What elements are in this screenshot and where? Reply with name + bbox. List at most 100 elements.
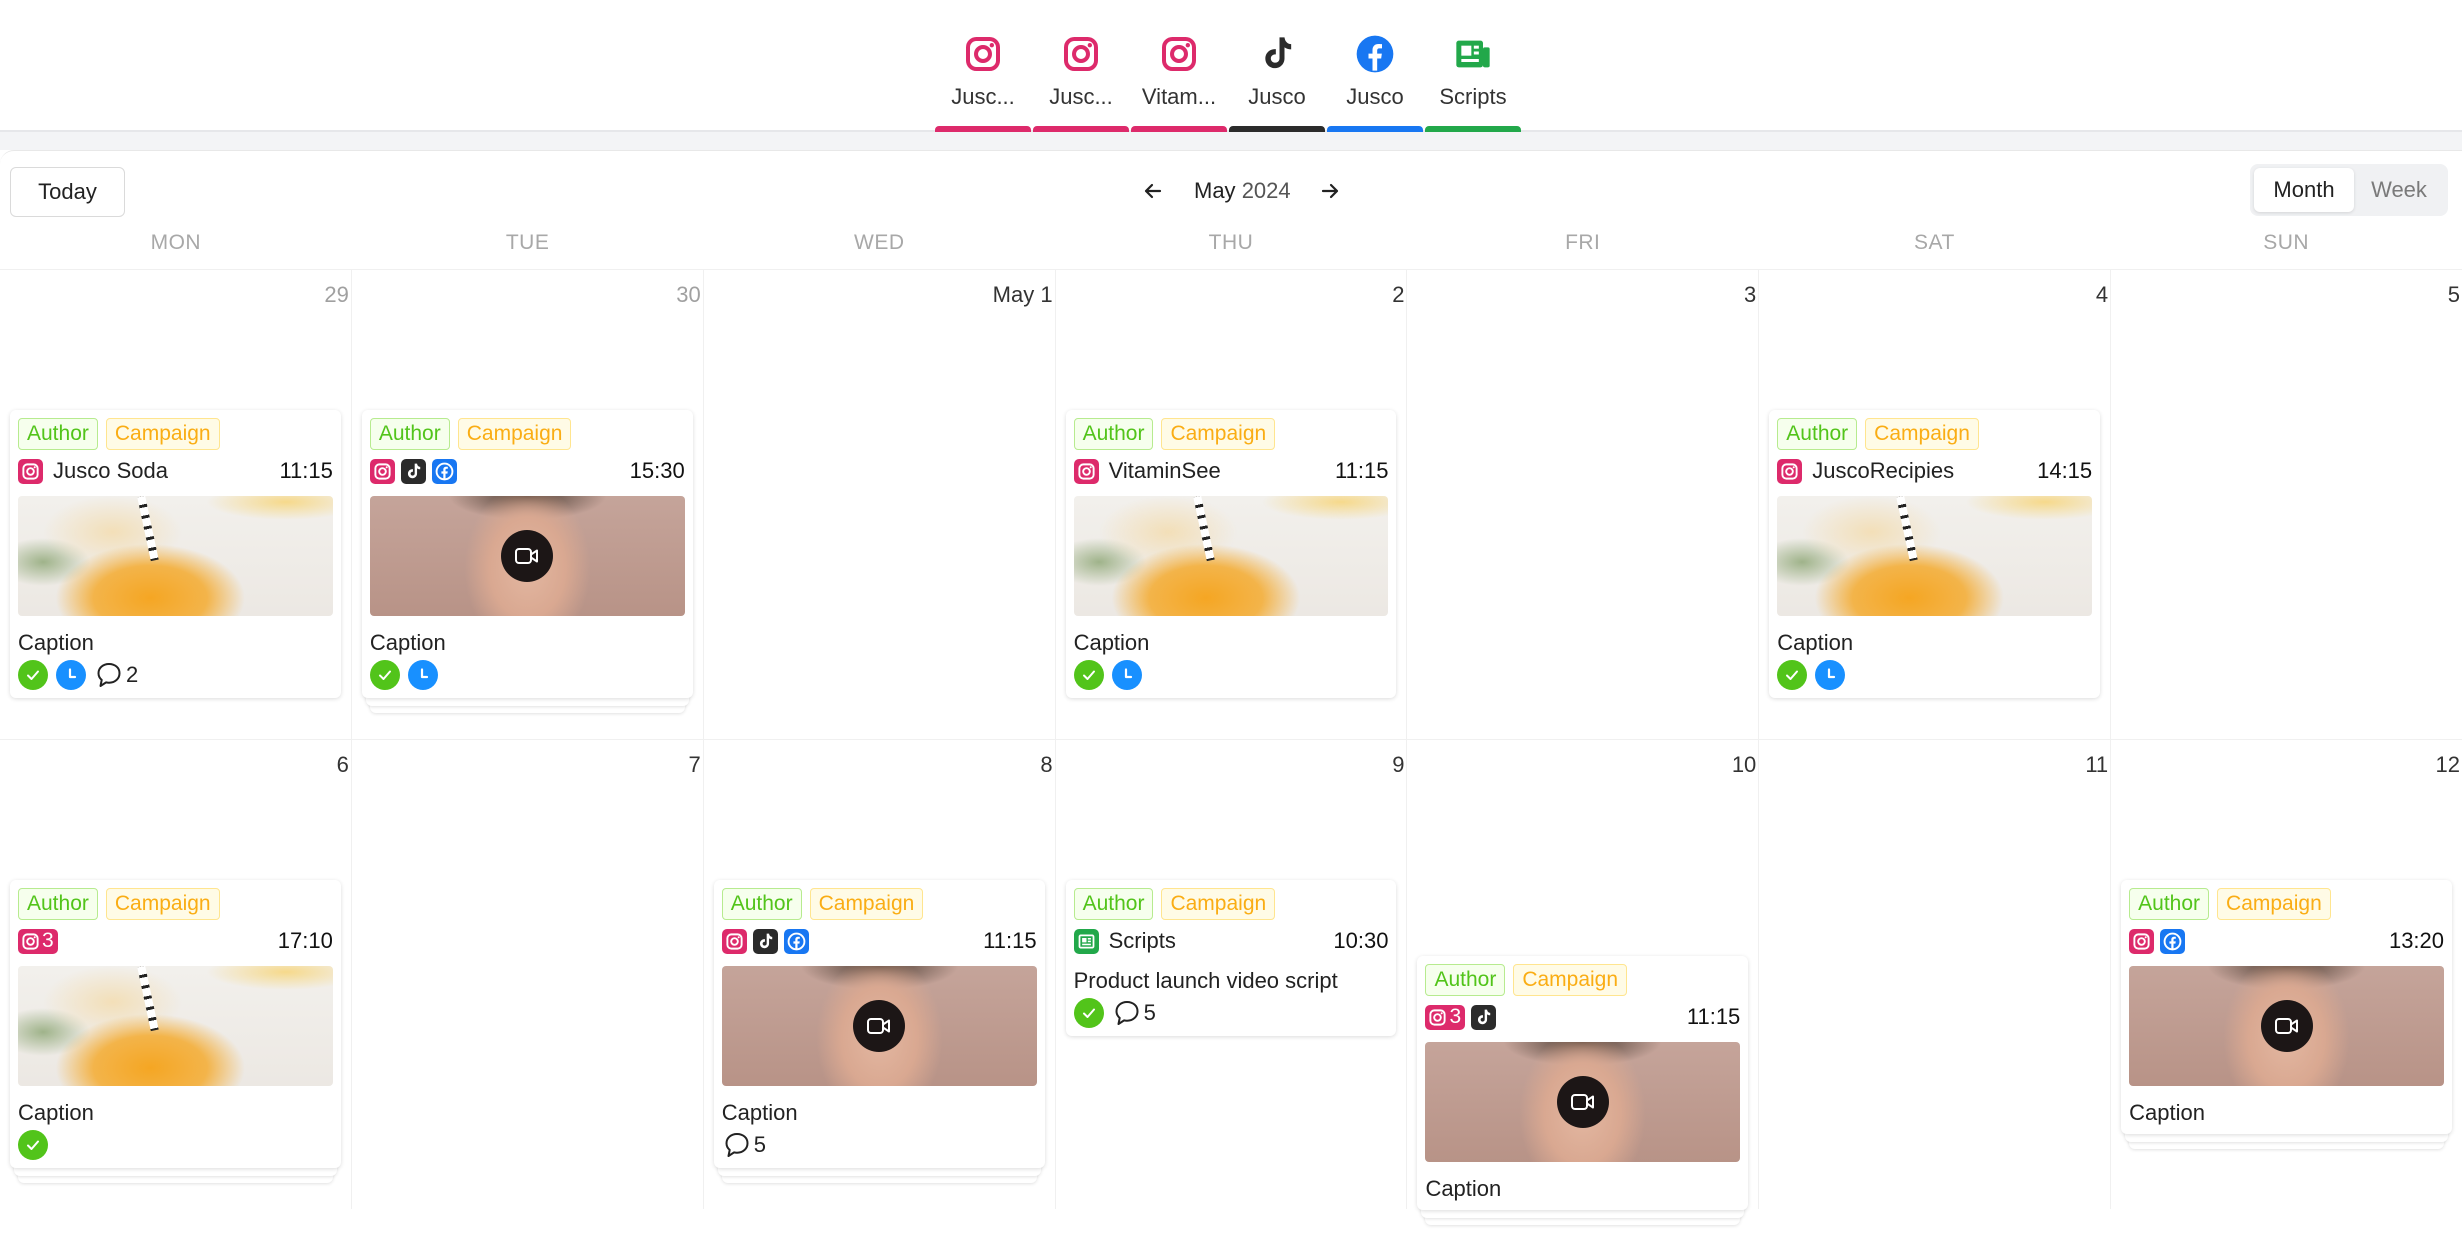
- post-thumbnail[interactable]: [1073, 496, 1389, 616]
- day-cell[interactable]: 4 Author Campaign JuscoRecipies 14:15 Ca…: [1759, 270, 2112, 739]
- author-tag[interactable]: Author: [1073, 888, 1154, 920]
- year: 2024: [1241, 178, 1291, 203]
- approved-check-icon: [1777, 660, 1808, 690]
- video-icon[interactable]: [2260, 1000, 2313, 1052]
- platform-icons: [1073, 458, 1099, 484]
- post-card[interactable]: Author Campaign Jusco Soda 11:15 Caption…: [10, 410, 341, 698]
- post-header: 3 11:15: [1425, 1002, 1740, 1032]
- view-month-button[interactable]: Month: [2254, 168, 2354, 212]
- post-card[interactable]: Author Campaign 3 11:15 Caption: [1417, 956, 1749, 1210]
- post-card[interactable]: Author Campaign 15:30 Caption: [361, 410, 693, 698]
- post-time: 14:15: [2037, 458, 2093, 483]
- today-button[interactable]: Today: [10, 167, 125, 217]
- post-card[interactable]: Author Campaign JuscoRecipies 14:15 Capt…: [1769, 410, 2101, 698]
- post-tags: Author Campaign: [1777, 418, 2092, 450]
- author-tag[interactable]: Author: [1073, 418, 1154, 450]
- facebook-icon: [431, 458, 457, 484]
- comments-count[interactable]: 5: [722, 1130, 766, 1160]
- instagram-icon: [369, 458, 395, 484]
- day-cell[interactable]: 5: [2111, 270, 2462, 739]
- day-cell[interactable]: May 1: [704, 270, 1056, 739]
- post-thumbnail[interactable]: [1425, 1042, 1741, 1162]
- channel-tab-instagram[interactable]: Vitam...: [1130, 24, 1228, 132]
- week-row: 29 Author Campaign Jusco Soda 11:15 Capt…: [0, 269, 2462, 739]
- month-grid: 29 Author Campaign Jusco Soda 11:15 Capt…: [0, 269, 2462, 1225]
- author-tag[interactable]: Author: [18, 418, 98, 450]
- post-header: JuscoRecipies 14:15: [1777, 456, 2092, 486]
- post-thumbnail[interactable]: [2129, 966, 2445, 1086]
- post-thumbnail[interactable]: [721, 966, 1037, 1086]
- post-card[interactable]: Author Campaign VitaminSee 11:15 Caption: [1065, 410, 1397, 698]
- day-cell[interactable]: 30 Author Campaign 15:30 Caption: [352, 270, 704, 739]
- post-caption: Caption: [18, 630, 94, 655]
- author-tag[interactable]: Author: [1777, 418, 1858, 450]
- post-card[interactable]: Author Campaign 3 17:10 Caption: [10, 880, 341, 1168]
- campaign-tag[interactable]: Campaign: [105, 418, 220, 450]
- scripts-icon: [1073, 928, 1099, 954]
- day-cell[interactable]: 7: [352, 740, 704, 1209]
- post-header: 13:20: [2129, 926, 2444, 956]
- day-cell[interactable]: 3: [1407, 270, 1760, 739]
- campaign-tag[interactable]: Campaign: [1161, 888, 1276, 920]
- channel-tab-tiktok[interactable]: Jusco: [1228, 24, 1326, 132]
- day-cell[interactable]: 9 Author Campaign Scripts 10:30 Product …: [1056, 740, 1408, 1209]
- post-thumbnail[interactable]: [1777, 496, 2093, 616]
- day-cell[interactable]: 6 Author Campaign 3 17:10 Caption: [0, 740, 352, 1209]
- channel-tab-instagram[interactable]: Jusc...: [934, 24, 1032, 132]
- day-number: May 1: [992, 282, 1053, 307]
- next-month-button[interactable]: [1315, 176, 1345, 206]
- platform-icons: [18, 458, 43, 484]
- platform-icons: 3: [18, 928, 58, 954]
- view-week-button[interactable]: Week: [2354, 168, 2444, 212]
- campaign-tag[interactable]: Campaign: [457, 418, 572, 450]
- weekday-label: SAT: [1914, 231, 1955, 254]
- campaign-tag[interactable]: Campaign: [105, 888, 220, 920]
- calendar: Today May 2024 Month Week MON TUE WED TH…: [0, 150, 2462, 1256]
- post-caption: Caption: [2129, 1100, 2205, 1125]
- day-number: 6: [336, 752, 349, 777]
- instagram-icon: [2129, 928, 2155, 954]
- channel-tab-instagram[interactable]: Jusc...: [1032, 24, 1130, 132]
- author-tag[interactable]: Author: [1425, 964, 1506, 996]
- day-cell[interactable]: 11: [1759, 740, 2112, 1209]
- scheduled-clock-icon: [1111, 660, 1142, 690]
- post-thumbnail[interactable]: [18, 496, 333, 616]
- campaign-tag[interactable]: Campaign: [1161, 418, 1276, 450]
- comments-count[interactable]: 2: [94, 660, 138, 690]
- post-card[interactable]: Author Campaign 11:15 Caption 5: [713, 880, 1045, 1168]
- author-tag[interactable]: Author: [721, 888, 802, 920]
- prev-month-button[interactable]: [1138, 176, 1168, 206]
- account-name: Jusco Soda: [53, 458, 168, 483]
- campaign-tag[interactable]: Campaign: [809, 888, 924, 920]
- weekday-label: MON: [150, 231, 202, 254]
- comments-count[interactable]: 5: [1112, 998, 1156, 1028]
- account-count: 3: [1449, 1005, 1462, 1028]
- video-icon[interactable]: [501, 530, 554, 582]
- post-caption: Caption: [1425, 1176, 1502, 1201]
- post-header: 3 17:10: [18, 926, 333, 956]
- day-cell[interactable]: 12 Author Campaign 13:20 Caption: [2111, 740, 2462, 1209]
- campaign-tag[interactable]: Campaign: [2217, 888, 2331, 920]
- day-cell[interactable]: 8 Author Campaign 11:15 Caption 5: [704, 740, 1056, 1209]
- day-cell[interactable]: 10 Author Campaign 3 11:15 Caption: [1407, 740, 1760, 1225]
- channel-tab-facebook[interactable]: Jusco: [1326, 24, 1424, 132]
- channel-tab-label: Jusco: [1346, 84, 1404, 109]
- post-card[interactable]: Author Campaign Scripts 10:30 Product la…: [1065, 880, 1397, 1036]
- campaign-tag[interactable]: Campaign: [1513, 964, 1628, 996]
- channel-tab-scripts[interactable]: Scripts: [1424, 24, 1522, 132]
- author-tag[interactable]: Author: [2129, 888, 2210, 920]
- author-tag[interactable]: Author: [369, 418, 450, 450]
- approved-check-icon: [369, 660, 400, 690]
- day-cell[interactable]: 29 Author Campaign Jusco Soda 11:15 Capt…: [0, 270, 352, 739]
- post-thumbnail[interactable]: [369, 496, 685, 616]
- video-icon[interactable]: [853, 1000, 906, 1052]
- post-thumbnail[interactable]: [18, 966, 333, 1086]
- instagram-icon: [1061, 34, 1101, 74]
- post-tags: Author Campaign: [721, 888, 1037, 920]
- video-icon[interactable]: [1556, 1076, 1609, 1128]
- post-card[interactable]: Author Campaign 13:20 Caption: [2121, 880, 2453, 1134]
- instagram-icon: [721, 928, 747, 954]
- author-tag[interactable]: Author: [18, 888, 98, 920]
- campaign-tag[interactable]: Campaign: [1865, 418, 1979, 450]
- day-cell[interactable]: 2 Author Campaign VitaminSee 11:15 Capti…: [1056, 270, 1408, 739]
